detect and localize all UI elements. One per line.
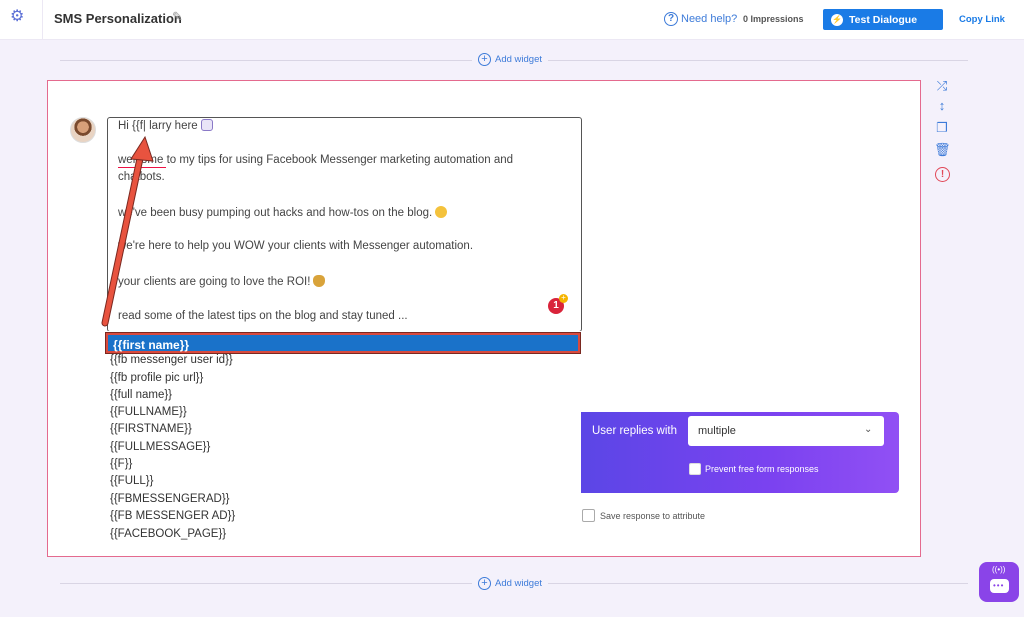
dropdown-item[interactable]: {{fb messenger user id}} xyxy=(110,354,233,366)
dropdown-item[interactable]: {{FULLNAME}} xyxy=(110,406,187,418)
dropdown-item[interactable]: {{FB MESSENGER AD}} xyxy=(110,510,235,522)
dropdown-item-selected[interactable]: {{first name}} xyxy=(106,333,580,353)
editor-line: we're here to help you WOW your clients … xyxy=(118,240,474,252)
avatar xyxy=(70,117,96,143)
dropdown-item[interactable]: {{FACEBOOK_PAGE}} xyxy=(110,528,226,540)
add-widget-bottom[interactable]: + Add widget xyxy=(472,577,549,590)
editor-line: Hi {{f| larry here xyxy=(118,119,213,132)
dropdown-item[interactable]: {{full name}} xyxy=(110,389,172,401)
dropdown-item[interactable]: {{F}} xyxy=(110,458,132,470)
add-widget-label: Add widget xyxy=(495,54,543,65)
help-link[interactable]: Need help? xyxy=(681,13,737,25)
dropdown-item[interactable]: {{FULL}} xyxy=(110,475,153,487)
dropdown-item[interactable]: {{FBMESSENGERAD}} xyxy=(110,493,230,505)
page-title: SMS Personalization xyxy=(54,11,182,26)
editor-line: read some of the latest tips on the blog… xyxy=(118,310,408,322)
prevent-free-form-label: Prevent free form responses xyxy=(705,464,819,474)
annotation-arrow xyxy=(101,135,154,327)
chevron-down-icon: ⌄ xyxy=(864,424,873,435)
header-divider xyxy=(42,0,43,40)
editor-line: we've been busy pumping out hacks and ho… xyxy=(118,206,448,219)
plus-circle-icon: + xyxy=(478,577,491,590)
test-dialogue-button[interactable]: ⚡ Test Dialogue xyxy=(823,9,943,30)
gear-icon[interactable]: ⚙ xyxy=(10,8,28,26)
help-icon[interactable]: ? xyxy=(664,12,678,26)
save-response-checkbox[interactable] xyxy=(582,509,595,522)
money-bag-emoji-icon xyxy=(313,275,326,287)
dropdown-item[interactable]: {{fb profile pic url}} xyxy=(110,372,203,384)
top-header: ⚙ SMS Personalization ✎ ? Need help? 0 I… xyxy=(0,0,1024,40)
flexed-biceps-emoji-icon xyxy=(435,206,448,218)
unicorn-emoji-icon xyxy=(200,119,213,131)
user-replies-label: User replies with xyxy=(592,425,677,437)
warning-icon[interactable]: ! xyxy=(935,167,950,182)
messenger-icon: ⚡ xyxy=(831,13,843,26)
editor-line: welcome to my tips for using Facebook Me… xyxy=(118,154,514,166)
message-editor[interactable] xyxy=(107,117,582,332)
pencil-icon[interactable]: ✎ xyxy=(172,9,186,25)
impressions-count: 0 Impressions xyxy=(743,14,804,24)
signal-icon: ((•)) xyxy=(992,565,1006,574)
trash-icon[interactable]: 🗑 xyxy=(934,142,951,158)
move-vertical-icon[interactable]: ↕ xyxy=(934,98,950,114)
dropdown-item[interactable]: {{FIRSTNAME}} xyxy=(110,423,192,435)
add-widget-label: Add widget xyxy=(495,578,543,589)
copy-icon[interactable]: ❐ xyxy=(934,120,950,136)
user-replies-select[interactable]: multiple xyxy=(688,416,884,446)
plus-circle-icon: + xyxy=(478,53,491,66)
test-dialogue-label: Test Dialogue xyxy=(849,13,918,26)
prevent-free-form-checkbox[interactable] xyxy=(689,463,701,475)
shuffle-icon[interactable]: ⤮ xyxy=(934,78,950,94)
copy-link-button[interactable]: Copy Link xyxy=(959,14,1005,25)
dropdown-item[interactable]: {{FULLMESSAGE}} xyxy=(110,441,210,453)
chat-dots-icon: ••• xyxy=(993,581,1005,590)
add-widget-top[interactable]: + Add widget xyxy=(472,53,549,66)
save-response-label: Save response to attribute xyxy=(600,511,706,521)
badge-plus-icon: + xyxy=(559,294,568,303)
